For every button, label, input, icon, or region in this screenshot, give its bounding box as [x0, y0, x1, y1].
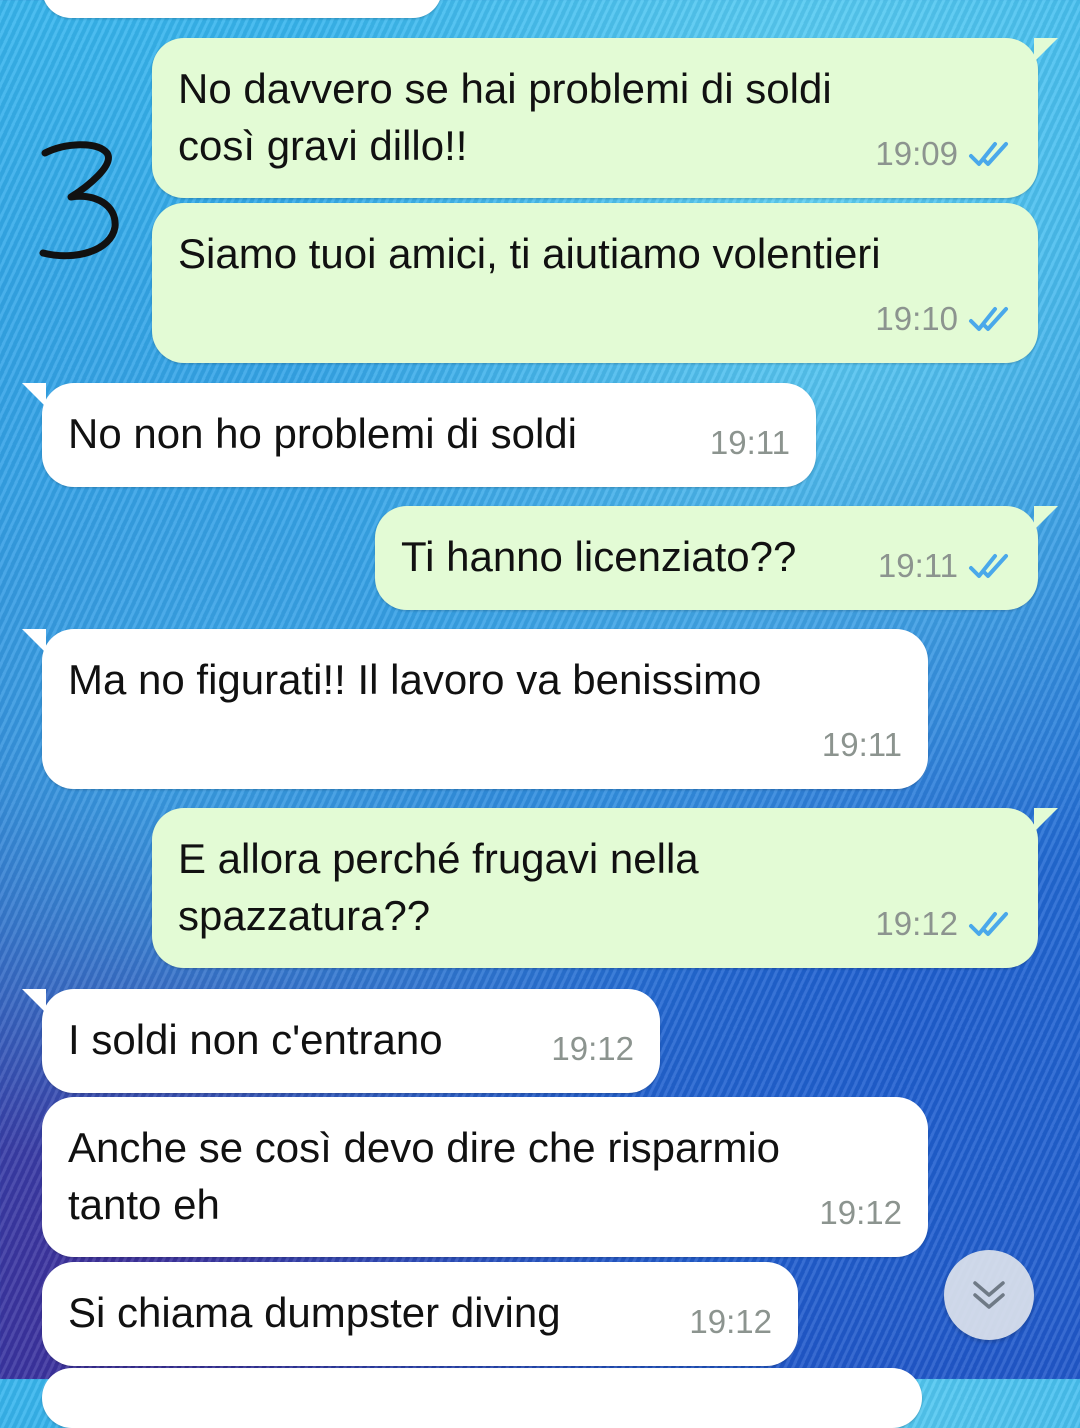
message-text-line: I soldi non c'entrano [68, 1016, 443, 1063]
double-check-icon [969, 911, 1008, 936]
message-bubble-incoming[interactable]: I soldi non c'entrano 19:12 [22, 989, 660, 1093]
message-text-line: No non ho problemi di soldi [68, 410, 577, 457]
message-text-line: Si chiama dumpster diving [68, 1289, 561, 1336]
message-text-line: E allora perché frugavi nella [178, 835, 699, 882]
message-time: 19:12 [551, 1030, 634, 1067]
message-time: 19:10 [875, 300, 958, 337]
message-meta: 19:09 [875, 125, 1012, 182]
double-check-icon [969, 141, 1008, 166]
message-meta: 19:11 [822, 716, 902, 773]
double-check-icon [969, 553, 1008, 578]
message-meta: 19:10 [875, 290, 1012, 347]
message-bubble-incoming[interactable]: Si chiama dumpster diving 19:12 [42, 1262, 798, 1366]
message-meta: 19:12 [551, 1020, 634, 1077]
message-time: 19:11 [877, 547, 958, 584]
message-bubble-incoming[interactable]: Anche se così devo dire che risparmio ta… [42, 1097, 928, 1257]
message-bubble-outgoing[interactable]: No davvero se hai problemi di soldi così… [152, 38, 1058, 198]
partial-message-bottom [42, 1368, 922, 1428]
message-time: 19:11 [709, 424, 790, 461]
message-meta: 19:11 [878, 537, 1012, 594]
double-check-icon [969, 306, 1008, 331]
message-time: 19:12 [819, 1194, 902, 1231]
message-text-line: Ma no figurati!! Il lavoro va benissimo [68, 656, 762, 703]
message-bubble-outgoing[interactable]: Siamo tuoi amici, ti aiutiamo volentieri… [152, 203, 1038, 363]
message-bubble-outgoing[interactable]: Ti hanno licenziato?? 19:11 [375, 506, 1058, 610]
double-chevron-down-icon [973, 1281, 1005, 1309]
message-meta: 19:12 [689, 1293, 772, 1350]
message-text-line: No davvero se hai problemi di soldi [178, 65, 832, 112]
message-time: 19:12 [875, 905, 958, 942]
message-meta: 19:12 [875, 895, 1012, 952]
message-text-line: Anche se così devo dire che risparmio [68, 1124, 781, 1171]
message-bubble-incoming[interactable]: No non ho problemi di soldi 19:11 [22, 383, 816, 487]
handwritten-number-annotation [39, 141, 119, 260]
message-time: 19:11 [821, 726, 902, 763]
partial-message-top [42, 0, 442, 18]
scroll-to-bottom-button[interactable] [944, 1250, 1034, 1340]
message-meta: 19:12 [819, 1184, 902, 1241]
message-meta: 19:11 [710, 414, 790, 471]
message-time: 19:12 [689, 1303, 772, 1340]
message-bubble-incoming[interactable]: Ma no figurati!! Il lavoro va benissimo … [22, 629, 928, 789]
message-time: 19:09 [875, 135, 958, 172]
message-bubble-outgoing[interactable]: E allora perché frugavi nella spazzatura… [152, 808, 1058, 968]
message-text-line: tanto eh [68, 1181, 220, 1228]
message-text-line: Siamo tuoi amici, ti aiutiamo volentieri [178, 230, 881, 277]
